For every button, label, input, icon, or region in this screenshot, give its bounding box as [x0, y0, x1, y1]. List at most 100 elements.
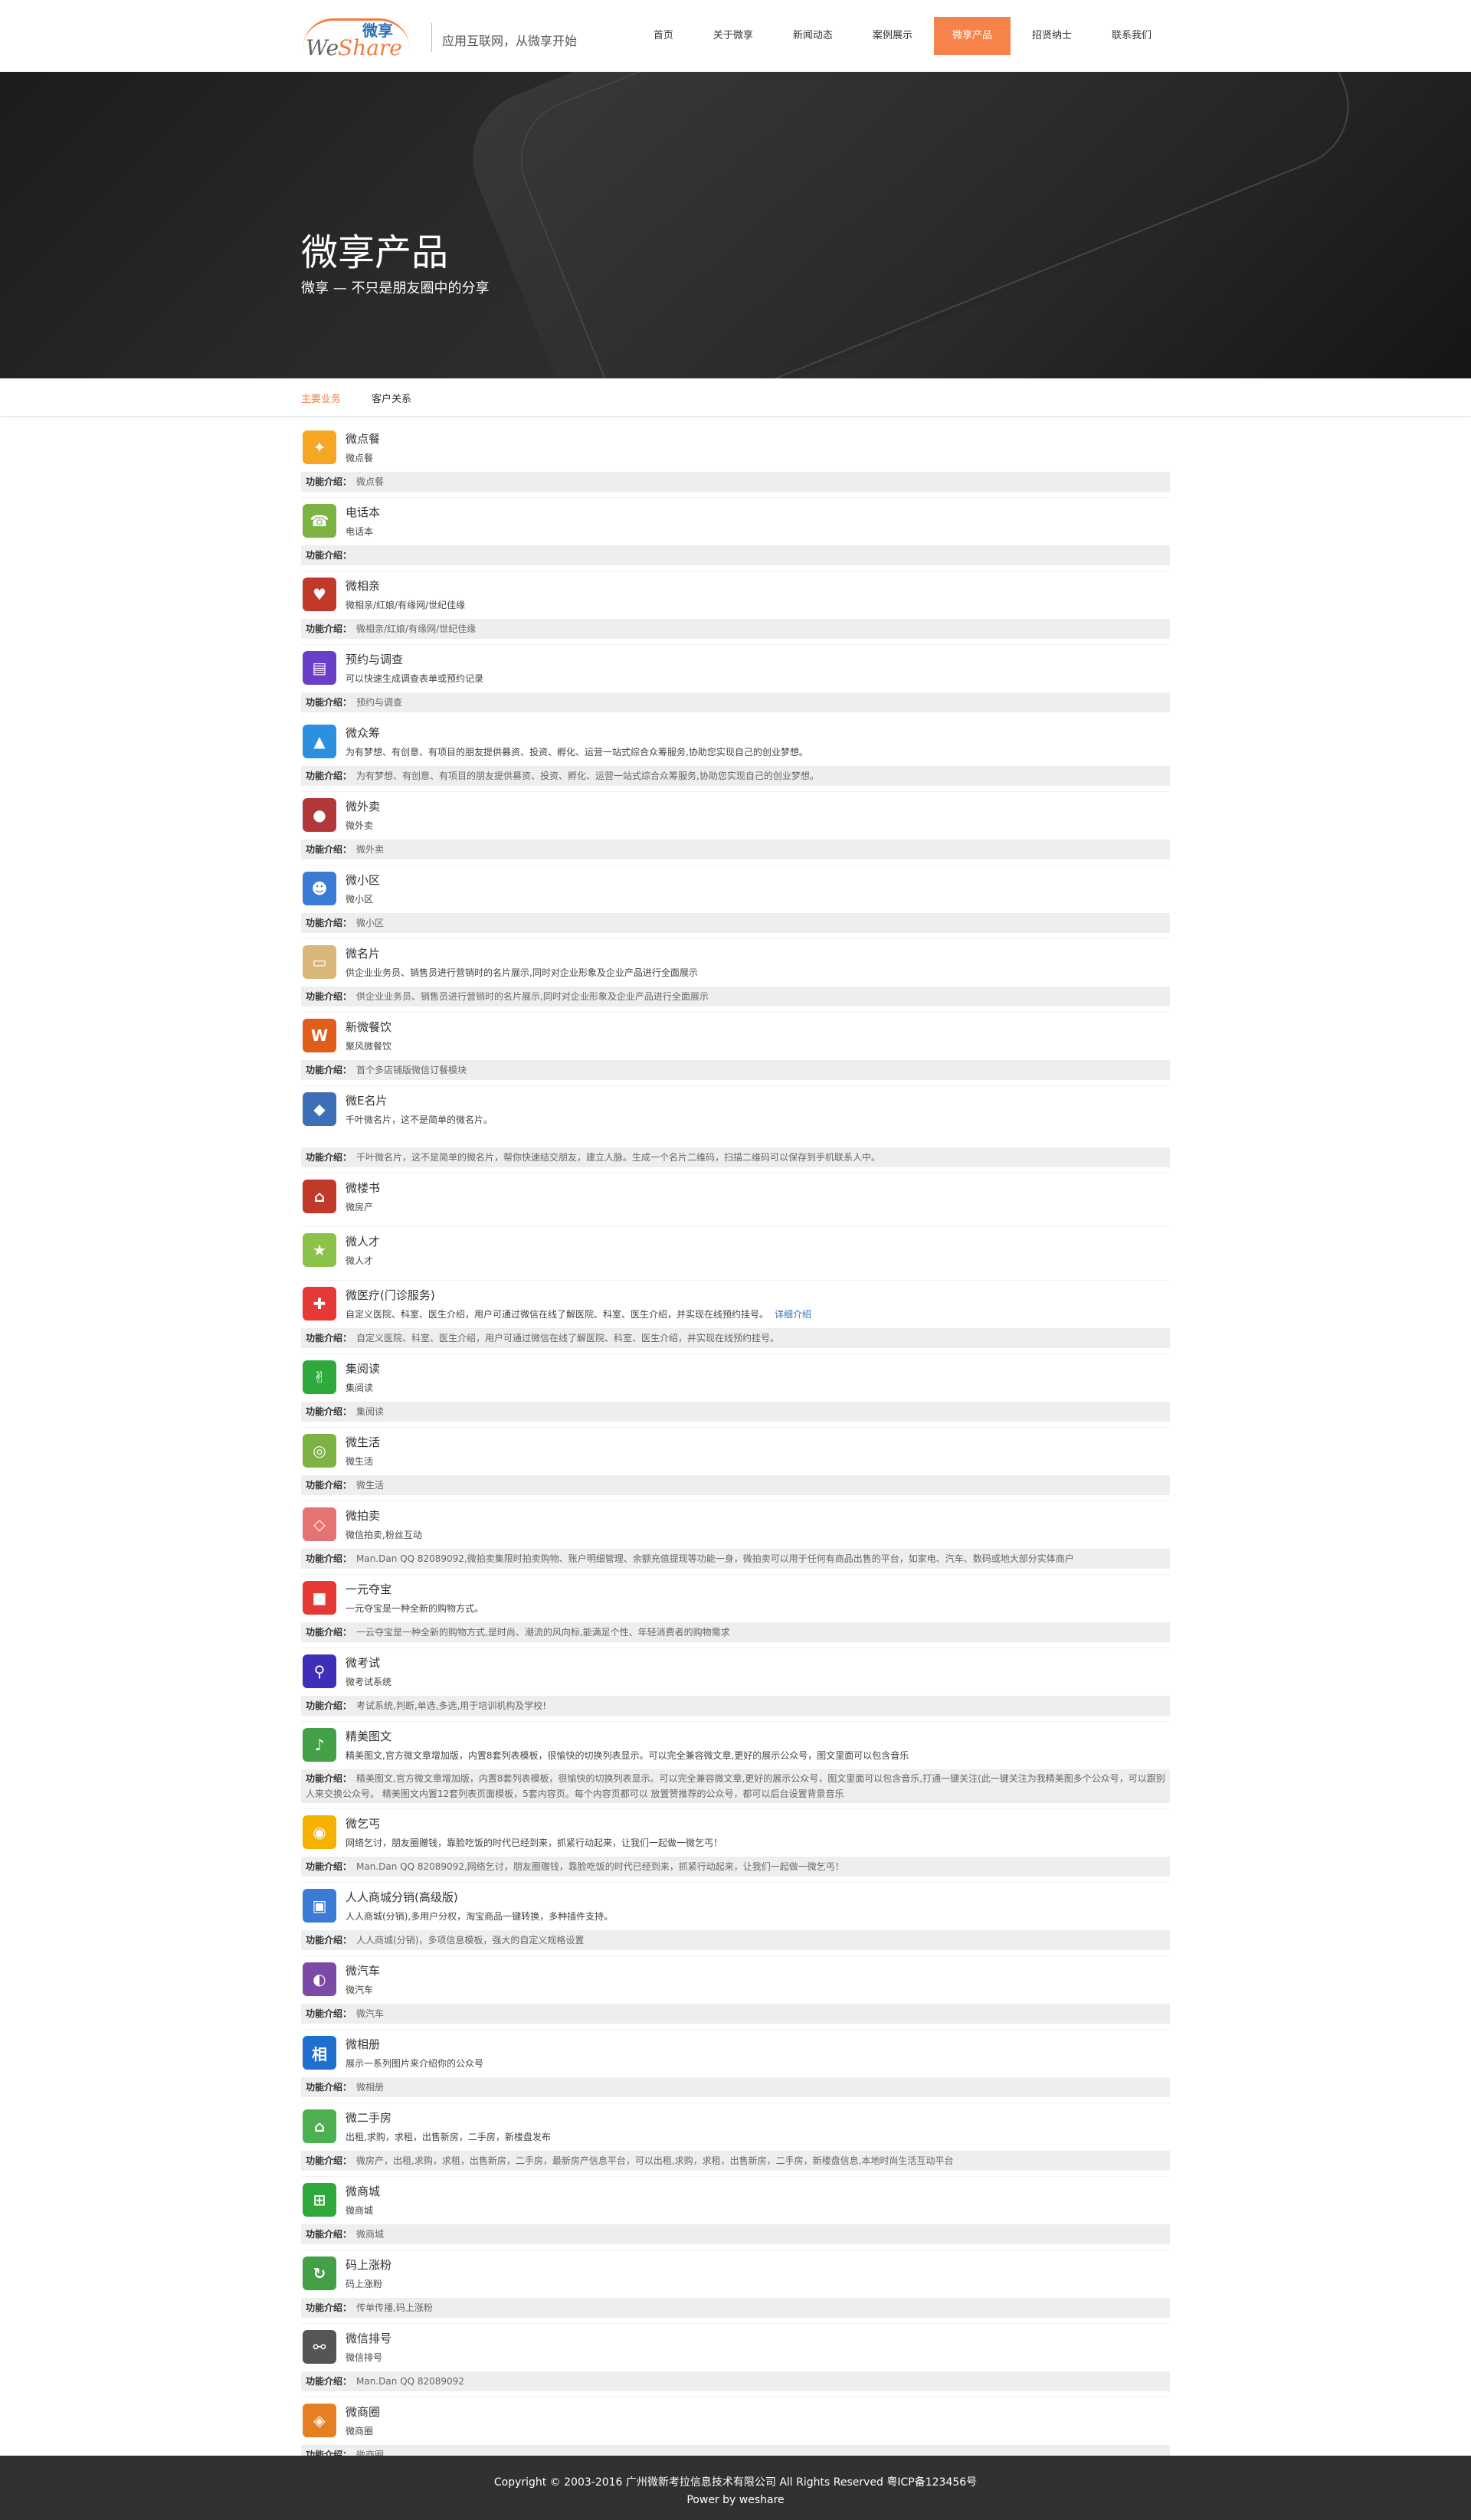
- site-logo[interactable]: 微享 We Share: [301, 15, 416, 61]
- product-name[interactable]: 微小区: [346, 872, 380, 888]
- product-name[interactable]: 精美图文: [346, 1728, 392, 1744]
- product-name[interactable]: 微相册: [346, 2036, 380, 2052]
- product-name[interactable]: 微楼书: [346, 1180, 380, 1196]
- nav-products[interactable]: 微享产品: [933, 17, 1011, 55]
- product-name[interactable]: 微二手房: [346, 2109, 392, 2126]
- tab-main-business[interactable]: 主要业务: [301, 391, 341, 405]
- nav-home[interactable]: 首页: [635, 17, 692, 55]
- intro-label: 功能介绍：: [306, 918, 352, 928]
- product-header: W 新微餐饮聚风微餐饮: [301, 1013, 1170, 1060]
- product-name[interactable]: 微外卖: [346, 798, 380, 814]
- product-header: ⚲ 微考试 微考试系统: [301, 1648, 1170, 1696]
- product-name[interactable]: 新微餐饮: [346, 1019, 392, 1035]
- product-description-text: 码上涨粉: [346, 2279, 383, 2289]
- product-name[interactable]: 微乞丐: [346, 1815, 380, 1831]
- document-icon[interactable]: ▤: [303, 651, 336, 685]
- product-item: ■ 一元夺宝 一元夺宝是一种全新的购物方式。 功能介绍： 一云夺宝是一种全新的购物方式,…: [301, 1575, 1170, 1648]
- phonebook-icon[interactable]: ☎: [303, 504, 336, 538]
- food-icon[interactable]: ✦: [303, 430, 336, 464]
- product-item: ✌ 集阅读 集阅读 功能介绍： 集阅读: [301, 1354, 1170, 1428]
- product-name[interactable]: 微生活: [346, 1434, 380, 1450]
- nav-cases[interactable]: 案例展示: [854, 17, 931, 55]
- item-divider: [301, 1642, 1170, 1648]
- product-name[interactable]: 微名片: [346, 945, 380, 961]
- product-name[interactable]: 微汽车: [346, 1962, 380, 1978]
- intro-label: 功能介绍：: [306, 1861, 352, 1872]
- card-icon[interactable]: ▭: [303, 945, 336, 979]
- victory-icon[interactable]: ✌: [303, 1360, 336, 1394]
- item-divider: [301, 786, 1170, 792]
- nav-news[interactable]: 新闻动态: [775, 17, 851, 55]
- product-name[interactable]: 微相亲: [346, 578, 380, 594]
- intro-text: 预约与调查: [356, 697, 403, 708]
- item-divider: [301, 1080, 1170, 1086]
- album-icon[interactable]: 相: [303, 2036, 336, 2070]
- auction-icon[interactable]: ◇: [303, 1507, 336, 1541]
- ecard-icon[interactable]: ◆: [303, 1092, 336, 1126]
- product-item: ★ 微人才 微人才: [301, 1227, 1170, 1281]
- detail-link[interactable]: 详细介绍: [775, 1309, 811, 1320]
- product-intro: 功能介绍： 微相册: [301, 2077, 1170, 2097]
- intro-text: 微生活: [356, 1480, 385, 1491]
- talent-icon[interactable]: ★: [303, 1233, 336, 1267]
- item-divider: [301, 1716, 1170, 1722]
- product-name[interactable]: 微医疗(门诊服务): [346, 1287, 435, 1303]
- item-divider: [301, 2244, 1170, 2250]
- item-divider: [301, 1275, 1170, 1281]
- mall-icon[interactable]: ▣: [303, 1889, 336, 1923]
- logo-we: We: [306, 35, 339, 61]
- product-description: 聚风微餐饮: [346, 1039, 392, 1052]
- product-name[interactable]: 微点餐: [346, 430, 380, 447]
- product-name[interactable]: 微信排号: [346, 2330, 392, 2346]
- intro-label: 功能介绍：: [306, 2302, 352, 2313]
- product-name[interactable]: 一元夺宝: [346, 1581, 392, 1597]
- product-name[interactable]: 微众筹: [346, 725, 380, 741]
- site-footer: Copyright © 2003-2016 广州微新考拉信息技术有限公司 All…: [0, 2456, 1471, 2520]
- product-header: ◐ 微汽车 微汽车: [301, 1956, 1170, 2004]
- product-header: ⌂ 微楼书 微房产: [301, 1173, 1170, 1221]
- product-name[interactable]: 预约与调查: [346, 651, 403, 667]
- product-item: ⌂ 微二手房 出租,求购，求租，出售新房，二手房，新楼盘发布 功能介绍： 微房产，出租,…: [301, 2103, 1170, 2177]
- dining-icon[interactable]: W: [303, 1019, 336, 1052]
- queue-icon[interactable]: ⚯: [303, 2330, 336, 2364]
- medical-icon[interactable]: ✚: [303, 1287, 336, 1321]
- circle-icon[interactable]: ◈: [303, 2404, 336, 2437]
- product-name[interactable]: 电话本: [346, 504, 380, 520]
- product-description: 微信排号: [346, 2351, 382, 2364]
- beggar-icon[interactable]: ◉: [303, 1815, 336, 1849]
- product-name[interactable]: 微考试: [346, 1654, 380, 1671]
- intro-text: 微汽车: [356, 2008, 385, 2019]
- product-name[interactable]: 微拍卖: [346, 1507, 380, 1523]
- product-header: ▭ 微名片 供企业业务员、销售员进行营销时的名片展示,同时对企业形象及企业产品进行全…: [301, 939, 1170, 987]
- car-icon[interactable]: ◐: [303, 1962, 336, 1996]
- refresh-icon[interactable]: ↻: [303, 2257, 336, 2290]
- product-name[interactable]: 集阅读: [346, 1360, 380, 1376]
- life-icon[interactable]: ◎: [303, 1434, 336, 1468]
- product-name[interactable]: 微商城: [346, 2183, 380, 2199]
- product-name[interactable]: 码上涨粉: [346, 2257, 392, 2273]
- product-name[interactable]: 微人才: [346, 1233, 380, 1249]
- product-intro: 功能介绍： 供企业业务员、销售员进行营销时的名片展示,同时对企业形象及企业产品进行…: [301, 987, 1170, 1006]
- nav-about[interactable]: 关于微享: [695, 17, 772, 55]
- crowdfund-icon[interactable]: ▲: [303, 725, 336, 758]
- treasure-icon[interactable]: ■: [303, 1581, 336, 1615]
- nav-contact[interactable]: 联系我们: [1093, 17, 1170, 55]
- couple-icon[interactable]: ♥: [303, 578, 336, 611]
- house-icon[interactable]: ⌂: [303, 1180, 336, 1213]
- product-name[interactable]: 微商圈: [346, 2404, 380, 2420]
- plate-icon[interactable]: ●: [303, 798, 336, 832]
- tab-customer-relations[interactable]: 客户关系: [372, 391, 411, 405]
- product-name[interactable]: 人人商城分销(高级版): [346, 1889, 458, 1905]
- cart-icon[interactable]: ⊞: [303, 2183, 336, 2217]
- product-intro: 功能介绍： Man.Dan QQ 82089092,网络乞讨，朋友圈赠钱，靠脸吃饭…: [301, 1857, 1170, 1877]
- product-description-text: 千叶微名片，这不是简单的微名片。: [346, 1114, 493, 1125]
- exam-icon[interactable]: ⚲: [303, 1654, 336, 1688]
- product-intro: 功能介绍： 一云夺宝是一种全新的购物方式,是时尚、潮流的风向标,能满足个性、年轻消…: [301, 1622, 1170, 1642]
- banner-subtitle: 微享 — 不只是朋友圈中的分享: [301, 280, 490, 296]
- speaker-icon[interactable]: ♪: [303, 1728, 336, 1762]
- secondhand-icon[interactable]: ⌂: [303, 2109, 336, 2143]
- people-icon[interactable]: ☻: [303, 872, 336, 905]
- nav-careers[interactable]: 招贤纳士: [1014, 17, 1090, 55]
- product-name[interactable]: 微E名片: [346, 1092, 387, 1108]
- product-item: ✚ 微医疗(门诊服务) 自定义医院、科室、医生介绍，用户可通过微信在线了解医院、科室…: [301, 1281, 1170, 1354]
